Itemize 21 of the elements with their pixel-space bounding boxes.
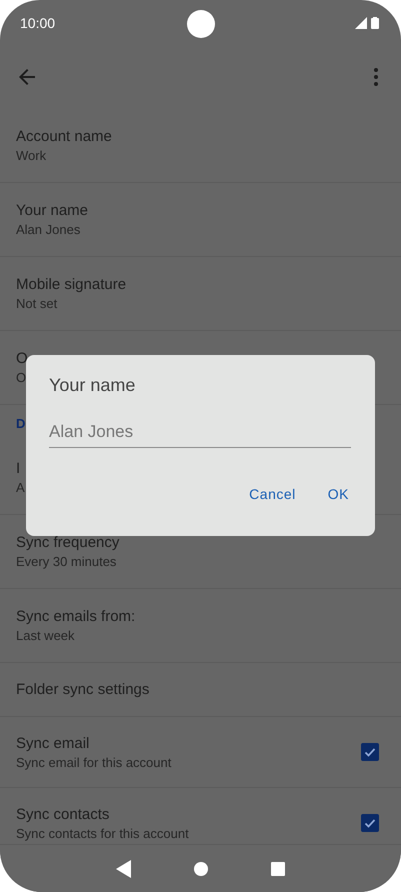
recents-icon[interactable] <box>270 860 286 876</box>
dialog-title: Your name <box>49 375 136 396</box>
settings-item[interactable]: Sync email Sync email for this account <box>0 717 401 788</box>
signal-icon <box>355 16 367 28</box>
battery-icon <box>371 16 379 28</box>
settings-item[interactable]: Mobile signature Not set <box>0 257 401 331</box>
settings-item[interactable]: Your name Alan Jones <box>0 183 401 257</box>
checkbox[interactable] <box>361 814 379 832</box>
checkbox[interactable] <box>361 743 379 761</box>
dialog-button[interactable]: OK <box>316 478 361 510</box>
home-icon[interactable] <box>192 860 208 876</box>
section-header: D <box>16 416 26 430</box>
dialog-button[interactable]: Cancel <box>237 478 308 510</box>
settings-item[interactable]: Account name Work <box>0 109 401 183</box>
settings-item[interactable]: Sync emails from: Last week <box>0 589 401 663</box>
camera-hole <box>187 10 215 38</box>
more-options-icon[interactable] <box>373 67 379 87</box>
back-icon[interactable] <box>116 860 132 878</box>
status-time: 10:00 <box>20 14 56 30</box>
name-input-field[interactable]: Alan Jones <box>49 422 351 448</box>
settings-item[interactable]: Folder sync settings <box>0 663 401 717</box>
